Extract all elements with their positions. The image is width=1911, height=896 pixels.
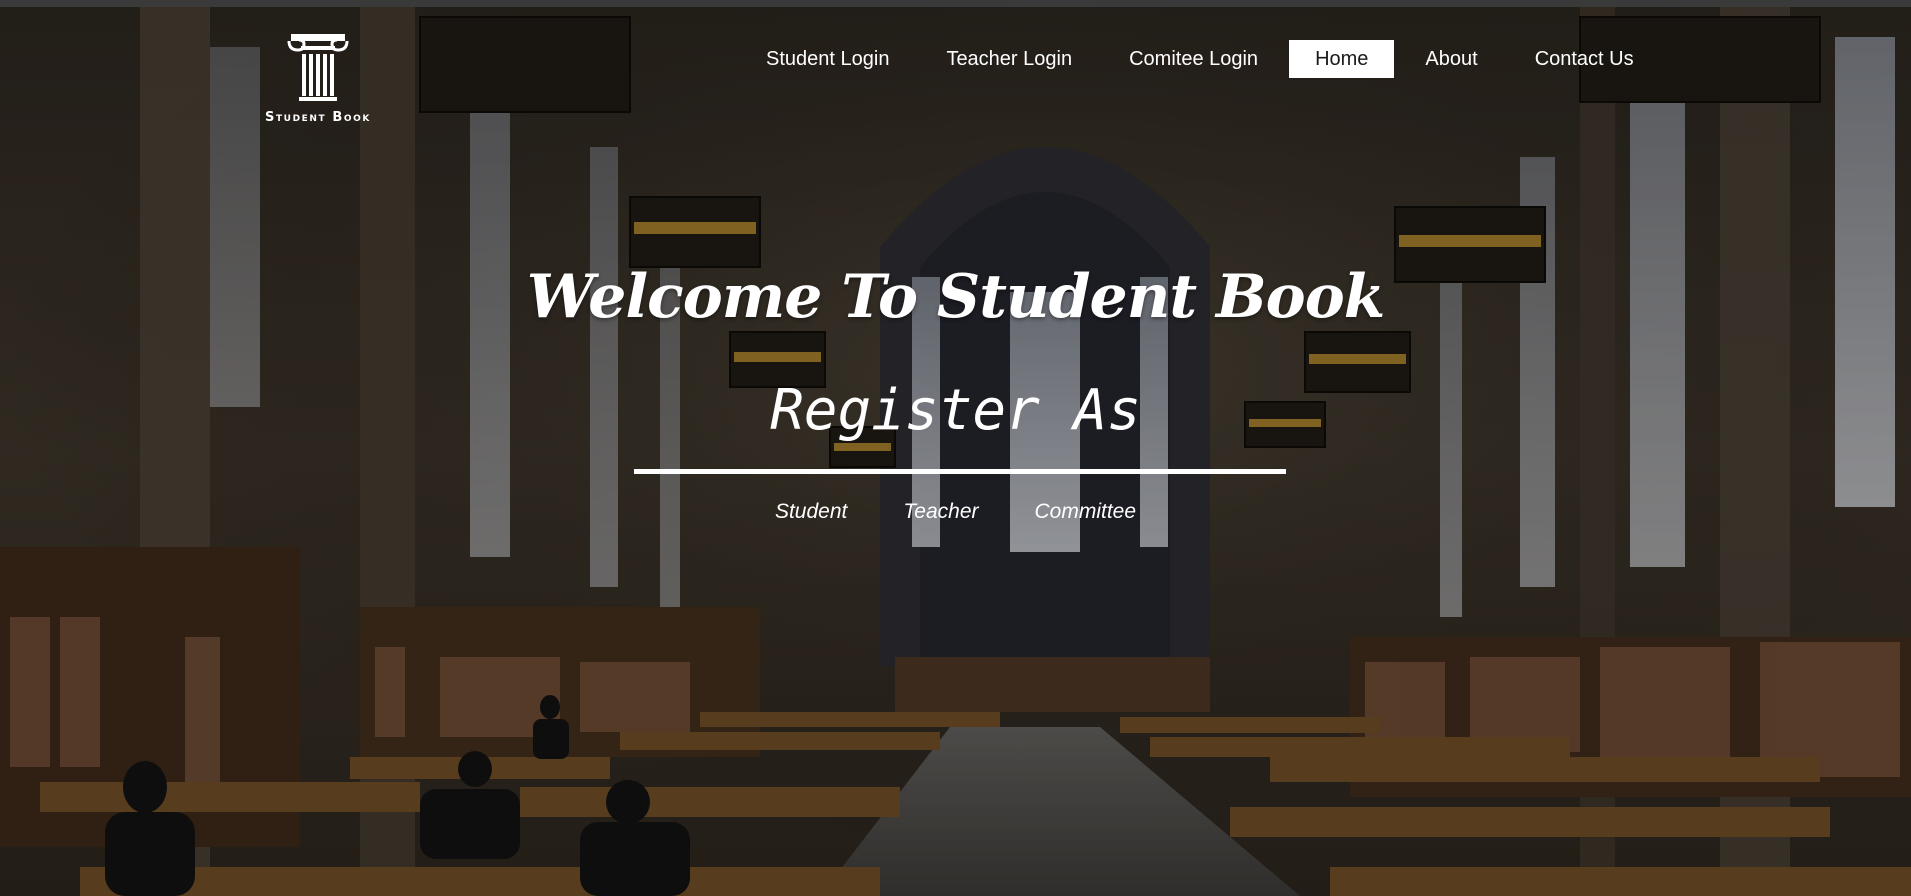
nav-contact-us[interactable]: Contact Us (1509, 40, 1660, 78)
greek-column-icon (287, 34, 349, 101)
nav-home[interactable]: Home (1289, 40, 1395, 78)
window-top-strip (0, 0, 1911, 7)
nav-about[interactable]: About (1399, 40, 1503, 78)
nav-comitee-login[interactable]: Comitee Login (1103, 40, 1284, 78)
hero-title: Welcome To Student Book (526, 262, 1386, 332)
page: Student Book Student Login Teacher Login… (0, 0, 1911, 896)
main-nav: Student Login Teacher Login Comitee Logi… (740, 40, 1665, 78)
brand-name: Student Book (264, 110, 371, 125)
register-committee-link[interactable]: Committee (1035, 500, 1137, 524)
library-background-image (0, 7, 1911, 896)
hero-divider (634, 469, 1286, 474)
nav-teacher-login[interactable]: Teacher Login (920, 40, 1098, 78)
hero-subtitle: Register As (770, 378, 1141, 443)
register-teacher-link[interactable]: Teacher (903, 500, 978, 524)
brand-logo[interactable]: Student Book (248, 28, 388, 138)
register-role-links: Student Teacher Committee (0, 500, 1911, 524)
register-student-link[interactable]: Student (775, 500, 847, 524)
nav-student-login[interactable]: Student Login (740, 40, 915, 78)
